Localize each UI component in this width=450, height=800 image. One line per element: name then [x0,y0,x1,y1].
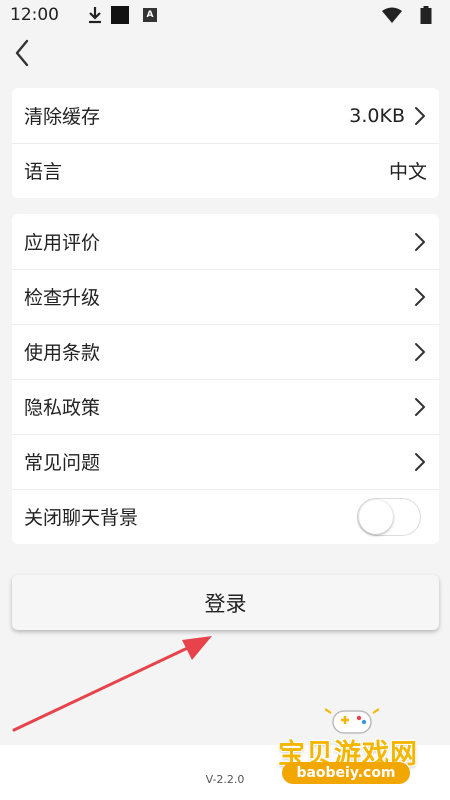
a-badge-icon: A [143,8,157,22]
privacy-policy-row[interactable]: 隐私政策 [12,379,439,434]
chevron-right-icon [413,452,427,472]
app-review-row[interactable]: 应用评价 [12,214,439,269]
close-chat-background-toggle[interactable] [357,497,421,536]
watermark-logo: 宝贝游戏网 baobeiy.com [272,700,450,800]
settings-list-card: 应用评价 检查升级 使用条款 隐私政策 常见问题 关闭聊天背景 [12,214,439,544]
back-button[interactable] [6,36,38,70]
close-chat-background-label: 关闭聊天背景 [24,507,139,529]
chevron-left-icon [15,39,29,67]
terms-of-use-label: 使用条款 [24,342,101,364]
language-value: 中文 [388,161,427,183]
close-chat-background-row: 关闭聊天背景 [12,489,439,544]
chevron-right-icon [413,342,427,362]
cache-size-value: 3.0KB [349,104,405,127]
chevron-right-icon [413,397,427,417]
cache-language-card: 清除缓存 3.0KB 语言 中文 [12,88,439,198]
app-review-label: 应用评价 [24,232,101,254]
watermark-url: baobeiy.com [282,762,410,784]
login-button[interactable]: 登录 [12,575,439,630]
faq-label: 常见问题 [24,452,101,474]
wifi-icon [382,7,402,23]
check-update-label: 检查升级 [24,287,101,309]
black-square-icon [111,6,129,24]
clear-cache-row[interactable]: 清除缓存 3.0KB [12,88,439,143]
download-icon [87,6,103,24]
chevron-right-icon [413,106,427,126]
toggle-knob [359,499,393,534]
status-bar: 12:00 A [0,0,450,30]
battery-icon [420,6,432,24]
terms-of-use-row[interactable]: 使用条款 [12,324,439,379]
chevron-right-icon [413,232,427,252]
chevron-right-icon [413,287,427,307]
privacy-policy-label: 隐私政策 [24,397,101,419]
clear-cache-label: 清除缓存 [24,106,101,128]
language-row[interactable]: 语言 中文 [12,143,439,198]
faq-row[interactable]: 常见问题 [12,434,439,489]
language-label: 语言 [24,161,63,183]
status-time: 12:00 [10,5,59,25]
check-update-row[interactable]: 检查升级 [12,269,439,324]
